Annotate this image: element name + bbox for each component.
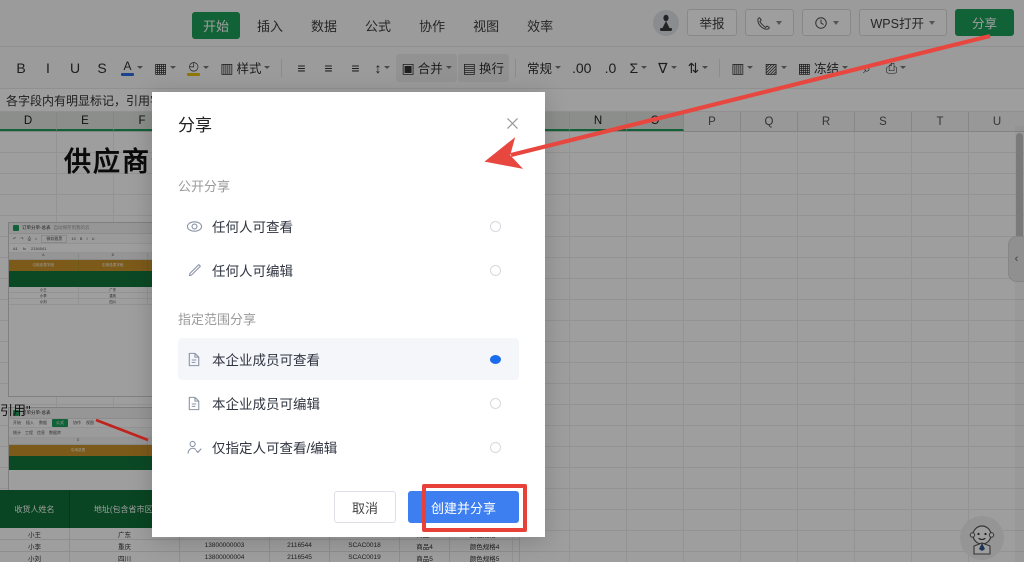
cancel-button[interactable]: 取消 bbox=[333, 491, 396, 523]
share-option-label: 任何人可查看 bbox=[212, 220, 293, 235]
person-check-icon bbox=[186, 439, 212, 456]
share-option-1-1[interactable]: 本企业成员可编辑 bbox=[178, 382, 519, 424]
share-option-1-2[interactable]: 仅指定人可查看/编辑 bbox=[178, 426, 519, 468]
share-option-label: 仅指定人可查看/编辑 bbox=[212, 441, 338, 456]
share-option-0-0[interactable]: 任何人可查看 bbox=[178, 205, 519, 247]
create-and-share-button[interactable]: 创建并分享 bbox=[407, 491, 519, 523]
radio-unselected[interactable] bbox=[490, 397, 501, 409]
radio-unselected[interactable] bbox=[490, 441, 501, 453]
share-option-label: 本企业成员可查看 bbox=[212, 353, 320, 368]
eye-icon bbox=[186, 218, 212, 235]
building-edit-icon bbox=[186, 395, 212, 412]
share-dialog-body: 公开分享任何人可查看 任何人可编辑指定范围分享本企业成员可查看 本企业成员可编辑仅指… bbox=[152, 154, 545, 470]
share-option-label: 本企业成员可编辑 bbox=[212, 397, 320, 412]
share-option-label: 任何人可编辑 bbox=[212, 264, 293, 279]
section-label-1: 指定范围分享 bbox=[178, 312, 257, 327]
radio-unselected[interactable] bbox=[490, 220, 501, 232]
share-dialog-title: 分享 bbox=[178, 115, 212, 135]
close-icon[interactable] bbox=[501, 112, 523, 134]
share-dialog: 分享 公开分享任何人可查看 任何人可编辑指定范围分享本企业成员可查看 本企业成员可编… bbox=[152, 92, 545, 537]
share-option-0-1[interactable]: 任何人可编辑 bbox=[178, 249, 519, 291]
wps-spreadsheet-window: 开始 插入 数据 公式 协作 视图 效率 举报 WPS打开 分享 B I U S… bbox=[0, 0, 1024, 562]
close-icon-glyph bbox=[506, 117, 518, 129]
building-view-icon bbox=[186, 351, 212, 368]
share-dialog-footer: 取消 创建并分享 bbox=[152, 470, 545, 544]
section-label-0: 公开分享 bbox=[178, 179, 231, 194]
radio-unselected[interactable] bbox=[490, 264, 501, 276]
share-dialog-header: 分享 bbox=[152, 92, 545, 154]
pencil-icon bbox=[186, 262, 212, 279]
radio-selected[interactable] bbox=[490, 354, 501, 364]
share-option-1-0[interactable]: 本企业成员可查看 bbox=[178, 338, 519, 380]
